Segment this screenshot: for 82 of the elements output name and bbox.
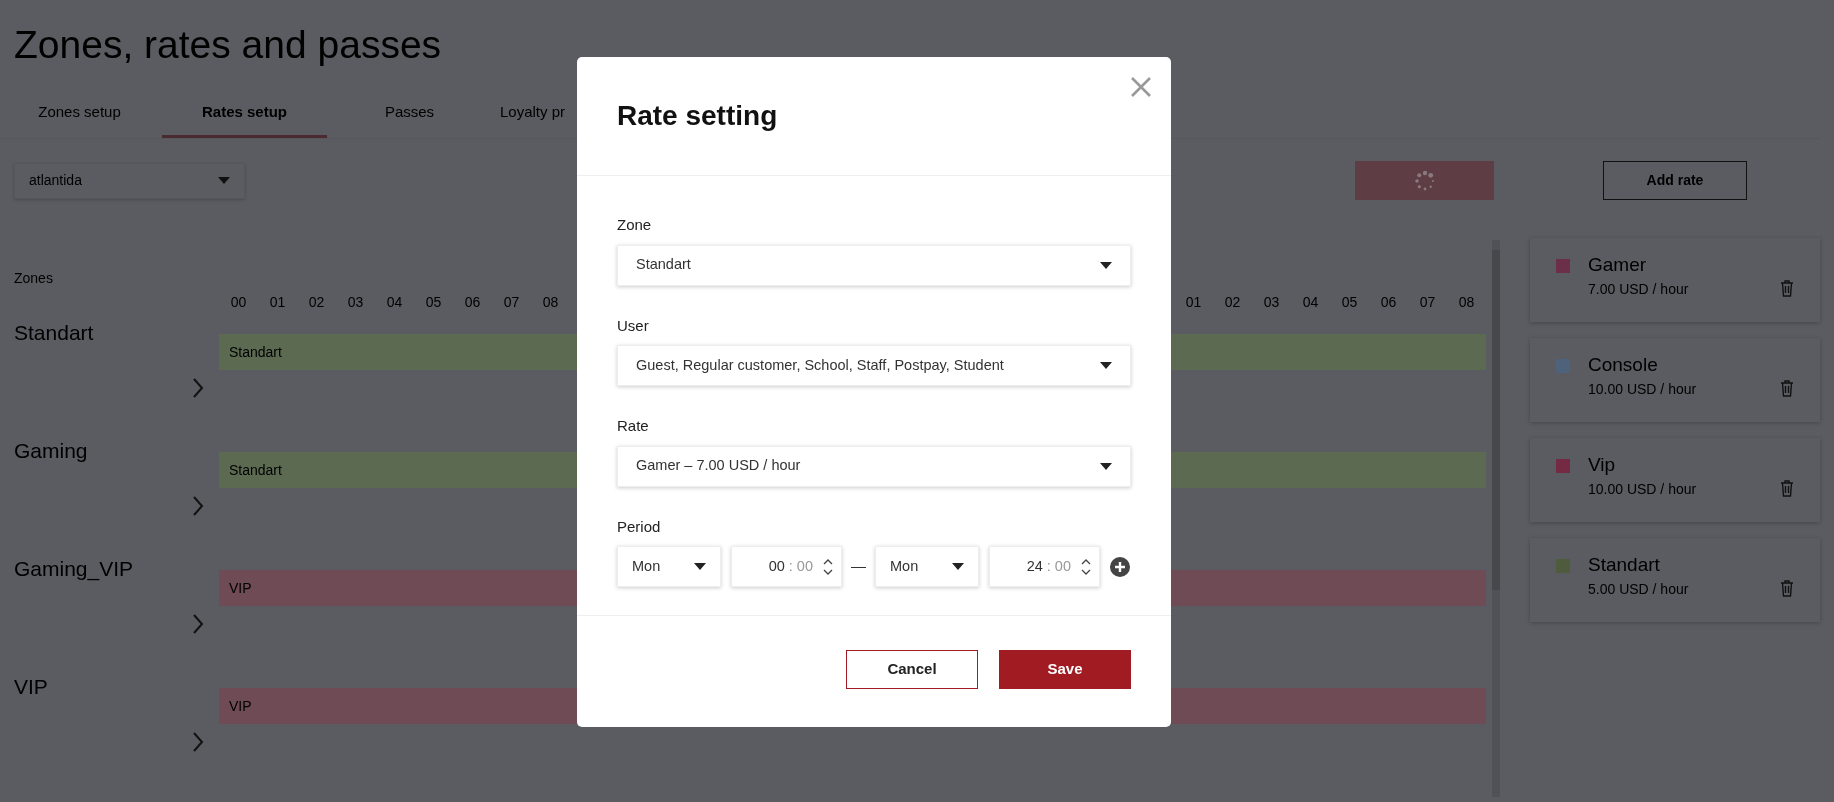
zone-name: Gaming_VIP (14, 558, 135, 580)
caret-icon (1100, 261, 1112, 269)
field-label: Rate (617, 416, 650, 436)
rate-name: Console (1588, 355, 1659, 377)
hour-label: 05 (424, 293, 443, 313)
rate-card[interactable]: Vip 10.00 USD / hour (1530, 438, 1820, 523)
select-field[interactable]: Guest, Regular customer, School, Staff, Postpay, Student (617, 345, 1131, 386)
hour-label: 03 (1262, 293, 1281, 313)
trash-icon[interactable] (1780, 580, 1794, 598)
rate-bar[interactable]: VIP (219, 688, 577, 725)
spinner-icon (1412, 168, 1437, 193)
trash-icon[interactable] (1780, 280, 1794, 298)
caret-icon (218, 177, 230, 185)
hour-label: 07 (502, 293, 521, 313)
hour-label: 04 (1301, 293, 1320, 313)
cancel-button[interactable]: Cancel (846, 650, 978, 689)
hour-label: 03 (346, 293, 365, 313)
save-button[interactable]: Save (999, 650, 1131, 689)
time-field[interactable]: 00 : 00 (731, 546, 842, 587)
trash-icon[interactable] (1780, 380, 1794, 398)
close-button[interactable] (1130, 76, 1152, 98)
rate-price: 7.00 USD / hour (1588, 280, 1689, 300)
column-header: Zones (14, 269, 54, 289)
hour-label: 08 (541, 293, 560, 313)
rate-price: 5.00 USD / hour (1588, 580, 1689, 600)
caret-icon (694, 563, 706, 570)
hour-label: 08 (1457, 293, 1476, 313)
hour-label: 00 (229, 293, 248, 313)
club-select[interactable]: atlantida (14, 162, 245, 199)
dialog-title: Rate setting (617, 99, 779, 133)
range-dash: — (850, 556, 867, 577)
hour-label: 07 (1418, 293, 1437, 313)
caret-icon (1100, 362, 1112, 369)
rate-price: 10.00 USD / hour (1588, 480, 1697, 500)
zone-name: Gaming (14, 440, 89, 462)
field-label: Zone (617, 215, 653, 235)
rate-bar[interactable]: Standart (219, 334, 577, 371)
hour-label: 02 (307, 293, 326, 313)
rate-bar[interactable]: Standart (219, 452, 577, 489)
field-label: User (617, 315, 650, 336)
rate-card[interactable]: Standart 5.00 USD / hour (1530, 538, 1820, 623)
page-title: Zones, rates and passes (14, 22, 443, 68)
close-icon (1130, 76, 1152, 98)
field-label: Period (617, 516, 662, 537)
chevron-down-icon[interactable] (1081, 568, 1091, 575)
rate-price: 10.00 USD / hour (1588, 380, 1697, 400)
chevron-right-icon[interactable] (192, 377, 204, 400)
caret-icon (1100, 462, 1112, 470)
chevron-down-icon[interactable] (823, 568, 833, 575)
day-select[interactable]: Mon (875, 546, 979, 587)
chevron-right-icon[interactable] (192, 495, 204, 518)
hour-label: 06 (463, 293, 482, 313)
day-select[interactable]: Mon (617, 546, 721, 587)
rate-name: Standart (1588, 555, 1661, 577)
time-field[interactable]: 24 : 00 (989, 546, 1100, 587)
hour-label: 04 (385, 293, 404, 313)
chevron-right-icon[interactable] (192, 613, 204, 636)
rate-bar[interactable]: VIP (219, 570, 577, 607)
hour-label: 05 (1340, 293, 1359, 313)
rate-card[interactable]: Gamer 7.00 USD / hour (1530, 238, 1820, 323)
hour-label: 02 (1223, 293, 1242, 313)
hour-label: 01 (1184, 293, 1203, 313)
add-rate-button[interactable]: Add rate (1603, 161, 1747, 201)
tab[interactable]: Zones setup (0, 88, 162, 139)
zone-name: Standart (14, 322, 95, 344)
hour-label: 01 (268, 293, 287, 313)
chevron-up-icon[interactable] (1081, 558, 1091, 565)
tab[interactable]: Passes (327, 88, 492, 139)
select-field[interactable]: Standart (617, 244, 1131, 286)
plus-circle-icon[interactable] (1110, 556, 1130, 577)
zone-name: VIP (14, 676, 49, 698)
rate-name: Vip (1588, 455, 1617, 477)
rate-name: Gamer (1588, 255, 1648, 277)
tab[interactable]: Rates setup (162, 88, 327, 139)
trash-icon[interactable] (1780, 480, 1794, 498)
hour-label: 06 (1379, 293, 1398, 313)
tab[interactable]: Loyalty pr (492, 88, 566, 139)
chevron-up-icon[interactable] (823, 558, 833, 565)
rate-card[interactable]: Console 10.00 USD / hour (1530, 338, 1820, 423)
caret-icon (952, 563, 964, 570)
chevron-right-icon[interactable] (192, 731, 204, 754)
select-field[interactable]: Gamer – 7.00 USD / hour (617, 445, 1131, 487)
